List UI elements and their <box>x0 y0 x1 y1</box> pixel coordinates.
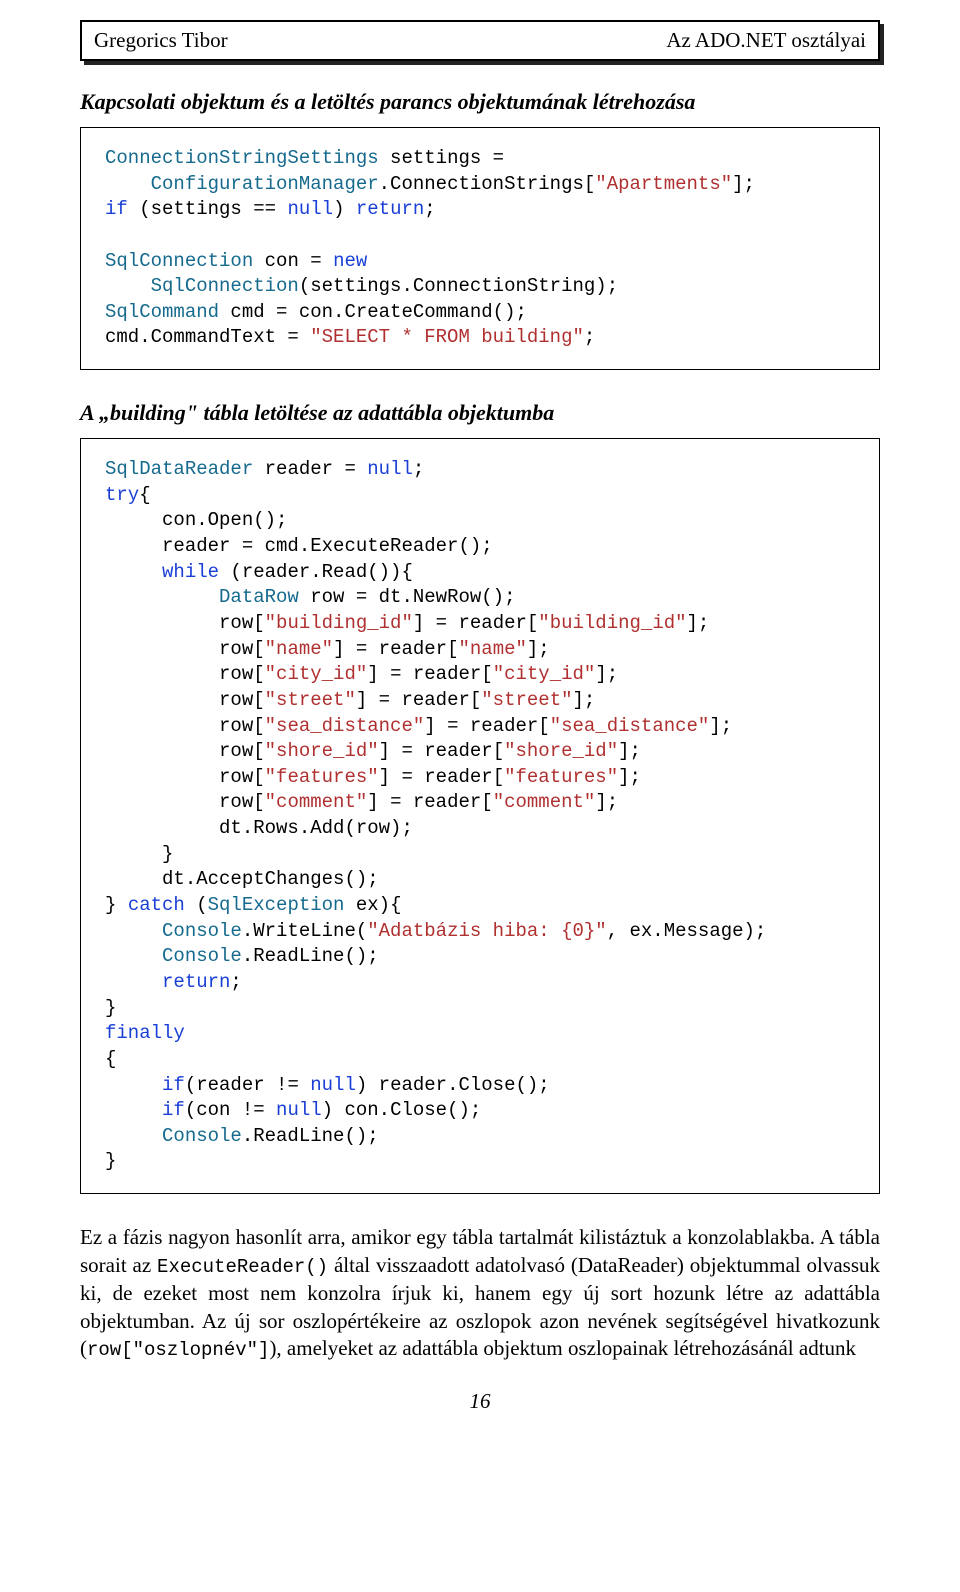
code-block-2: SqlDataReader reader = null; try{ con.Op… <box>80 438 880 1194</box>
section-title-2: A „building" tábla letöltése az adattábl… <box>80 400 880 426</box>
body-paragraph: Ez a fázis nagyon hasonlít arra, amikor … <box>80 1224 880 1363</box>
header-right: Az ADO.NET osztályai <box>666 28 866 53</box>
section-title-1: Kapcsolati objektum és a letöltés paranc… <box>80 89 880 115</box>
page-header: Gregorics Tibor Az ADO.NET osztályai <box>80 20 880 61</box>
header-left: Gregorics Tibor <box>94 28 228 53</box>
code-block-1: ConnectionStringSettings settings = Conf… <box>80 127 880 370</box>
inline-code-row-col: row["oszlopnév"] <box>87 1339 269 1361</box>
page-number: 16 <box>80 1389 880 1414</box>
inline-code-executereader: ExecuteReader() <box>157 1256 328 1278</box>
